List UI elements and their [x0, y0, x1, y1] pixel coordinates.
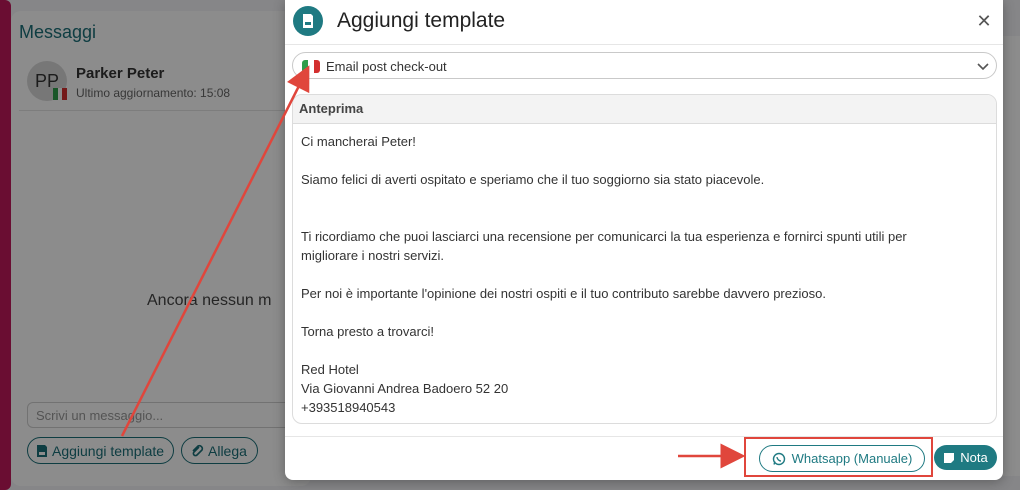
arrow-to-select — [120, 65, 310, 437]
annotation-arrows — [120, 65, 746, 469]
